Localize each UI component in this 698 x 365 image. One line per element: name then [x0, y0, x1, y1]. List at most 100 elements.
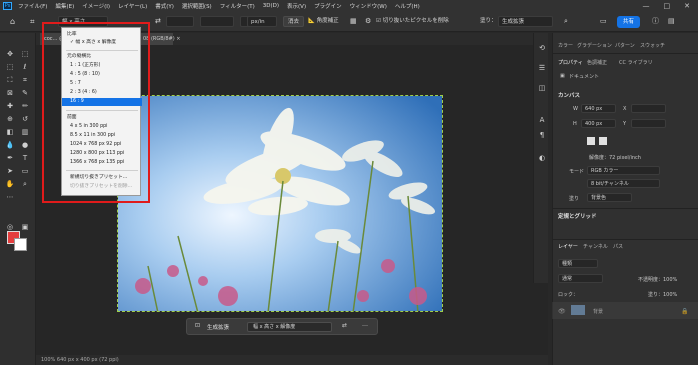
adjustments-icon[interactable]: ◐ — [536, 153, 548, 163]
dodge-tool-icon[interactable]: ● — [19, 140, 31, 150]
canvas-width-field[interactable]: 640 px — [581, 104, 616, 113]
arrange-icon[interactable]: ▤ — [668, 16, 675, 27]
libraries-icon[interactable]: ◫ — [536, 83, 548, 93]
unit-select[interactable]: px/in — [247, 16, 277, 27]
canvas-y-field[interactable] — [631, 119, 666, 128]
object-select-icon[interactable]: ⛶ — [4, 75, 16, 85]
tab-cc-libraries[interactable]: CC ライブラリ — [619, 59, 653, 66]
menu-3d[interactable]: 3D(D) — [263, 3, 279, 9]
screen-mode-icon[interactable]: ▣ — [19, 222, 31, 232]
portrait-orientation-icon[interactable] — [587, 137, 595, 145]
canvas-section-title[interactable]: カンバス — [558, 91, 580, 99]
blend-mode-select[interactable]: 通常 — [558, 274, 603, 283]
clone-stamp-icon[interactable]: ⊕ — [4, 114, 16, 124]
menu-image[interactable]: イメージ(I) — [82, 2, 110, 10]
menu-plugins[interactable]: プラグイン — [314, 2, 342, 10]
brush-tool-icon[interactable]: ✏ — [19, 101, 31, 111]
width-field[interactable] — [166, 16, 194, 27]
crop-tool-icon[interactable]: ⌗ — [30, 16, 35, 27]
generative-expand-icon: ⊡ — [195, 322, 201, 329]
menu-filter[interactable]: フィルター(T) — [220, 2, 255, 10]
fill-select[interactable]: 生成拡張 — [498, 16, 553, 27]
marquee-tool-icon[interactable]: ⬚ — [4, 62, 16, 72]
history-icon[interactable]: ⟲ — [536, 43, 548, 53]
canvas-x-field[interactable] — [631, 104, 666, 113]
menu-select[interactable]: 選択範囲(S) — [182, 2, 212, 10]
crop-tool-icon[interactable]: ⌗ — [19, 75, 31, 85]
tab-color[interactable]: カラー — [558, 42, 573, 49]
quick-mask-icon[interactable]: ◎ — [4, 222, 16, 232]
more-options-button[interactable]: … — [362, 321, 368, 328]
eraser-icon[interactable]: ◧ — [4, 127, 16, 137]
move-tool-icon[interactable]: ✥ — [4, 49, 16, 59]
tab-properties[interactable]: プロパティ — [558, 59, 583, 66]
menu-help[interactable]: ヘルプ(H) — [395, 2, 420, 10]
shape-tool-icon[interactable]: ▭ — [19, 166, 31, 176]
paragraph-icon[interactable]: ¶ — [536, 130, 548, 140]
gradient-tool-icon[interactable]: ▥ — [19, 127, 31, 137]
more-tools-icon[interactable]: ⋯ — [4, 192, 16, 202]
workspace-icon[interactable]: ▭ — [600, 16, 607, 27]
healing-brush-icon[interactable]: ✚ — [4, 101, 16, 111]
tab-swatches[interactable]: スウォッチ — [640, 42, 665, 49]
canvas-height-field[interactable]: 400 px — [581, 119, 616, 128]
tab-channels[interactable]: チャンネル — [583, 243, 608, 250]
pen-tool-icon[interactable]: ✒ — [4, 153, 16, 163]
w-label: W — [573, 106, 578, 112]
tab-paths[interactable]: パス — [613, 243, 623, 250]
fill-label: 塗り： — [480, 18, 497, 24]
menu-layer[interactable]: レイヤー(L) — [118, 2, 147, 10]
zoom-tool-icon[interactable]: ⌕ — [19, 179, 31, 189]
tab-adjustments[interactable]: 色調補正 — [587, 59, 607, 66]
tab-patterns[interactable]: パターン — [615, 42, 635, 49]
close-window-button[interactable]: ✕ — [684, 2, 690, 10]
eyedropper-icon[interactable]: ✎ — [19, 88, 31, 98]
delete-cropped-checkbox[interactable]: ☑ 切り抜いたピクセルを削除 — [376, 16, 449, 27]
menu-file[interactable]: ファイル(F) — [18, 2, 47, 10]
clear-button[interactable]: 消去 — [283, 16, 305, 27]
character-icon[interactable]: A — [536, 115, 548, 125]
minimize-button[interactable]: — — [643, 2, 650, 10]
fill-select-panel[interactable]: 背景色 — [587, 193, 632, 202]
opacity-control[interactable]: 不透明度：100% — [638, 276, 677, 283]
artboard-tool-icon[interactable]: ⬚ — [19, 49, 31, 59]
fill-percent-control[interactable]: 塗り：100% — [648, 291, 677, 298]
help-icon[interactable]: ⓘ — [652, 16, 659, 27]
layer-row-highlight[interactable] — [552, 302, 698, 319]
photoshop-logo[interactable]: Ps — [3, 1, 12, 10]
straighten-button[interactable]: 📐 角度補正 — [308, 16, 339, 27]
lock-label: ロック： — [558, 292, 579, 298]
background-color-swatch[interactable] — [14, 238, 27, 251]
generative-expand-button[interactable]: 生成拡張 — [207, 323, 229, 331]
height-field[interactable] — [200, 16, 234, 27]
overlay-grid-icon[interactable]: ▦ — [350, 16, 357, 27]
menu-view[interactable]: 表示(V) — [287, 2, 306, 10]
path-select-icon[interactable]: ➤ — [4, 166, 16, 176]
settings-icon[interactable]: ⚙ — [365, 16, 371, 27]
tab-gradient[interactable]: グラデーション — [577, 42, 612, 49]
taskbar-ratio-select[interactable]: 幅 x 高さ x 解像度 — [247, 322, 332, 332]
bit-depth-select[interactable]: 8 bit/チャンネル — [587, 179, 660, 188]
layer-filter-search[interactable]: 種類 — [558, 259, 598, 268]
mode-select[interactable]: RGB カラー — [587, 166, 660, 175]
hand-tool-icon[interactable]: ✋ — [4, 179, 16, 189]
maximize-button[interactable]: □ — [664, 2, 671, 10]
menu-window[interactable]: ウィンドウ(W) — [350, 2, 387, 10]
swap-icon[interactable]: ⇄ — [155, 16, 161, 27]
menu-edit[interactable]: 編集(E) — [55, 2, 74, 10]
blur-tool-icon[interactable]: 💧 — [4, 140, 16, 150]
document-image[interactable] — [117, 95, 443, 312]
tab-layers[interactable]: レイヤー — [558, 243, 578, 250]
home-icon[interactable]: ⌂ — [10, 16, 15, 27]
history-brush-icon[interactable]: ↺ — [19, 114, 31, 124]
rulers-grids-section-title[interactable]: 定規とグリッド — [558, 212, 597, 220]
frame-tool-icon[interactable]: ⊠ — [4, 88, 16, 98]
properties-icon[interactable]: ☰ — [536, 63, 548, 73]
type-tool-icon[interactable]: T — [19, 153, 31, 163]
share-button[interactable]: 共有 — [617, 16, 640, 28]
search-icon[interactable]: ⌕ — [564, 16, 568, 27]
swap-dimensions-icon[interactable]: ⇄ — [342, 322, 347, 329]
landscape-orientation-icon[interactable] — [599, 137, 607, 145]
lasso-tool-icon[interactable]: ℓ — [19, 62, 31, 72]
menu-type[interactable]: 書式(Y) — [155, 2, 174, 10]
